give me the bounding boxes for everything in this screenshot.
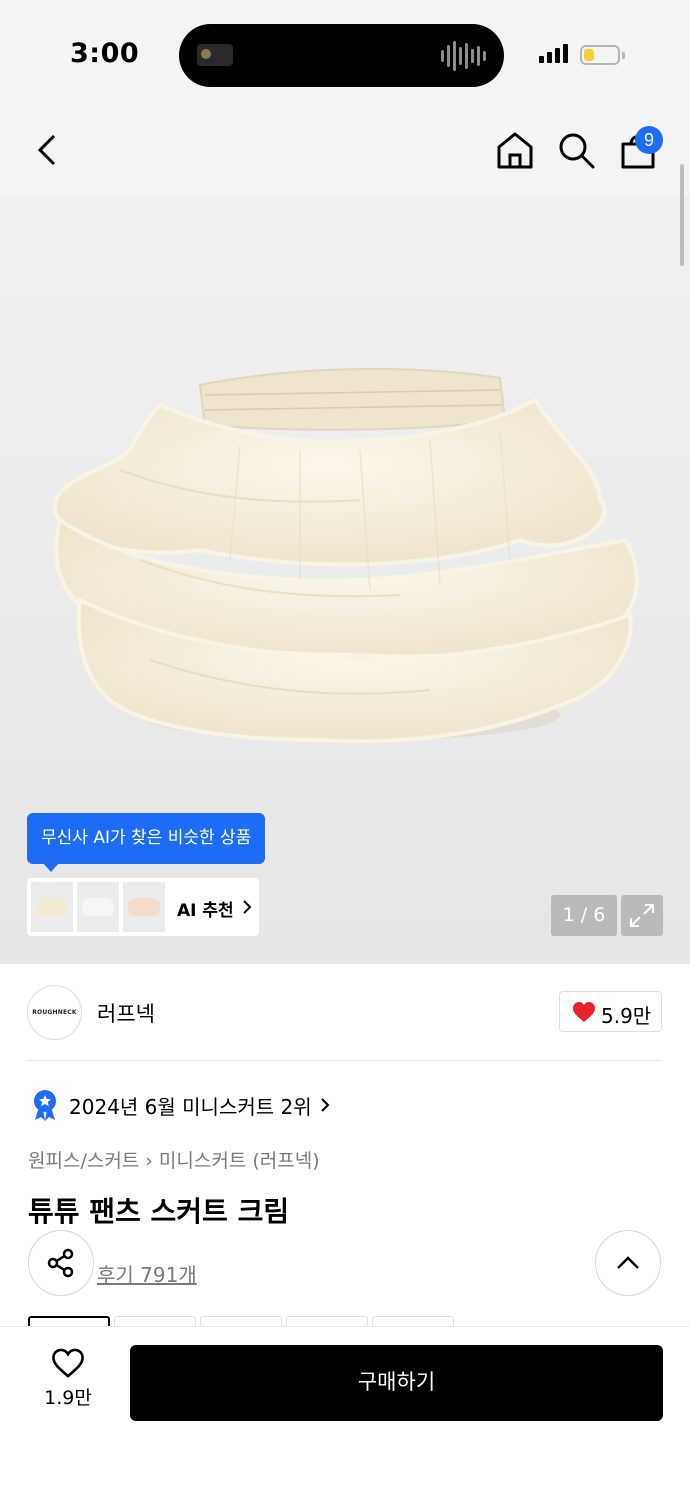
- ai-recommend-card[interactable]: AI 추천: [27, 878, 259, 936]
- battery-cap: [622, 52, 625, 59]
- product-title: 튜튜 팬츠 스커트 크림: [28, 1195, 290, 1228]
- search-icon[interactable]: [556, 130, 596, 170]
- ai-thumb-1[interactable]: [31, 882, 73, 932]
- ranking-badge-icon: [34, 1090, 56, 1121]
- signal-icon: [539, 44, 568, 63]
- buy-button[interactable]: 구매하기: [130, 1345, 663, 1421]
- option-chip[interactable]: [372, 1316, 454, 1326]
- battery-level: [584, 49, 594, 61]
- brand-logo[interactable]: ROUGHNECK: [27, 985, 82, 1040]
- ranking-link[interactable]: 2024년 6월 미니스커트 2위: [31, 1089, 330, 1121]
- share-icon: [47, 1248, 74, 1278]
- heart-outline-icon: [52, 1348, 84, 1378]
- breadcrumb: 원피스/스커트 › 미니스커트 (러프넥): [28, 1146, 320, 1173]
- brand-like-button[interactable]: 5.9만: [559, 991, 662, 1032]
- category-parent[interactable]: 원피스/스커트: [28, 1150, 139, 1172]
- top-nav: [0, 104, 690, 196]
- chevron-up-icon: [617, 1256, 639, 1269]
- wishlist-count: 1.9만: [44, 1387, 92, 1409]
- ranking-text: 2024년 6월 미니스커트 2위: [69, 1094, 312, 1119]
- wishlist-button[interactable]: 1.9만: [30, 1347, 106, 1417]
- battery-icon: [580, 45, 620, 65]
- page-scrollbar[interactable]: [680, 164, 684, 266]
- category-child[interactable]: 미니스커트 (러프넥): [159, 1150, 320, 1172]
- brand-like-count: 5.9만: [601, 1004, 652, 1028]
- share-button[interactable]: [28, 1230, 94, 1296]
- chevron-right-icon: [320, 1098, 330, 1112]
- scroll-to-top-button[interactable]: [595, 1230, 661, 1296]
- expand-icon[interactable]: [621, 895, 663, 936]
- ai-thumb-3[interactable]: [123, 882, 165, 932]
- option-chip[interactable]: [28, 1316, 110, 1326]
- ai-similar-tooltip: 무신사 AI가 찾은 비슷한 상품: [27, 813, 266, 872]
- ai-recommend-label[interactable]: AI 추천: [177, 896, 234, 921]
- status-bar: 3:00: [0, 0, 690, 104]
- audio-wave-icon: [441, 40, 486, 72]
- gallery-counter: 1 / 6: [551, 895, 617, 936]
- back-icon[interactable]: [28, 130, 68, 170]
- option-chips: [28, 1316, 454, 1326]
- option-chip[interactable]: [286, 1316, 368, 1326]
- now-playing-thumbnail: [197, 44, 233, 66]
- chevron-right-icon: [243, 900, 252, 914]
- breadcrumb-separator-icon: ›: [145, 1150, 153, 1172]
- cart-count-badge: 9: [635, 126, 663, 154]
- status-time: 3:00: [70, 38, 140, 69]
- divider: [27, 1060, 662, 1061]
- ai-thumb-2[interactable]: [77, 882, 119, 932]
- heart-filled-icon: [573, 1002, 595, 1022]
- dynamic-island: [179, 24, 504, 87]
- option-chip[interactable]: [200, 1316, 282, 1326]
- reviews-link[interactable]: 후기 791개: [97, 1259, 197, 1288]
- home-icon[interactable]: [495, 130, 535, 170]
- option-chip[interactable]: [114, 1316, 196, 1326]
- brand-name[interactable]: 러프넥: [97, 998, 155, 1028]
